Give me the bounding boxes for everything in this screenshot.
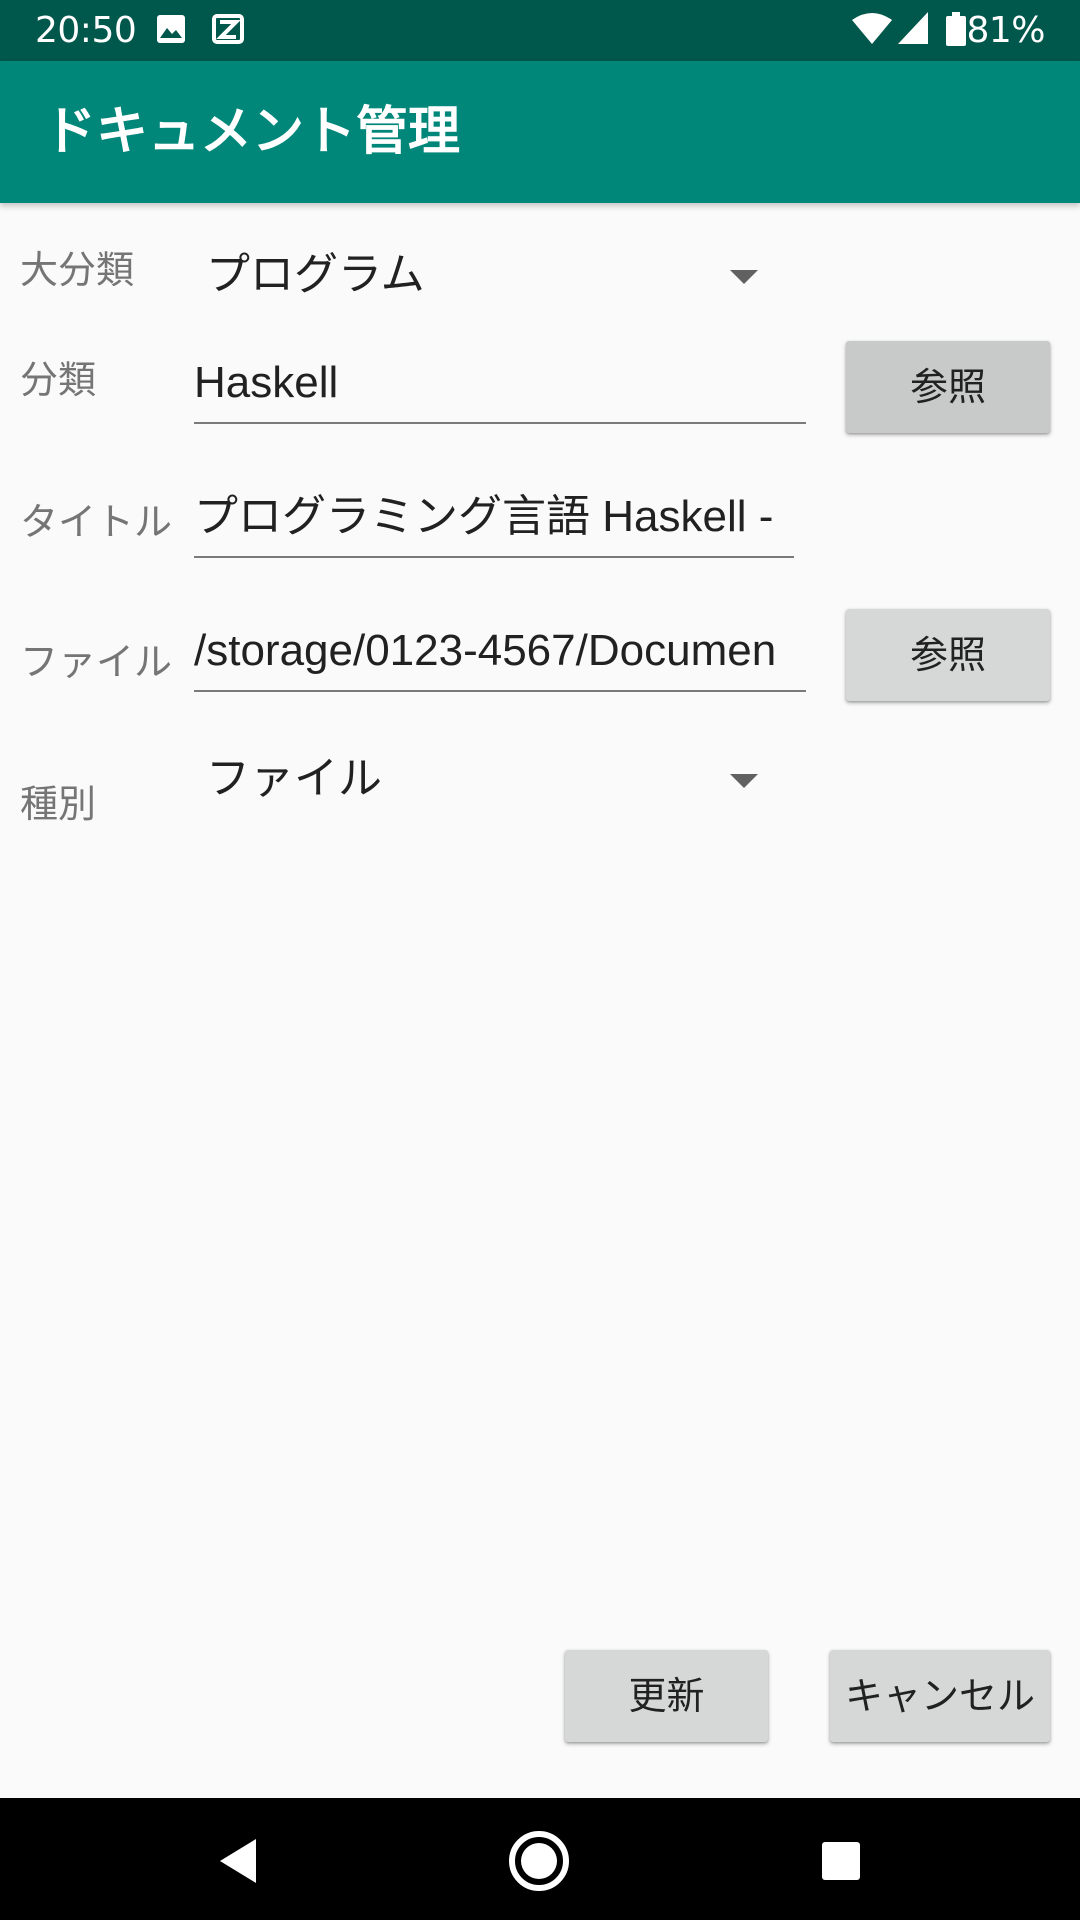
file-browse-button[interactable]: 参照 bbox=[846, 609, 1050, 701]
major-category-value: プログラム bbox=[206, 249, 425, 300]
chevron-down-icon bbox=[730, 774, 758, 788]
chevron-down-icon bbox=[730, 270, 758, 284]
home-icon[interactable] bbox=[504, 1826, 574, 1896]
title-input[interactable]: プログラミング言語 Haskell - bbox=[194, 486, 794, 558]
status-time: 20:50 bbox=[35, 10, 137, 51]
app-bar: ドキュメント管理 bbox=[0, 61, 1080, 203]
back-icon[interactable] bbox=[204, 1826, 274, 1896]
battery-icon bbox=[946, 12, 966, 50]
update-button[interactable]: 更新 bbox=[565, 1650, 768, 1742]
file-label: ファイル bbox=[20, 640, 173, 684]
category-label: 分類 bbox=[20, 358, 97, 402]
wifi-icon bbox=[852, 12, 892, 48]
title-label: タイトル bbox=[20, 500, 173, 544]
status-bar: 20:50 81% bbox=[0, 0, 1080, 61]
category-input[interactable]: Haskell bbox=[194, 352, 806, 424]
type-value: ファイル bbox=[206, 753, 382, 804]
cancel-button[interactable]: キャンセル bbox=[830, 1650, 1050, 1742]
file-path-input[interactable]: /storage/0123-4567/Documen bbox=[194, 620, 806, 692]
major-category-label: 大分類 bbox=[20, 248, 135, 292]
type-label: 種別 bbox=[20, 782, 97, 826]
navigation-bar bbox=[0, 1798, 1080, 1920]
image-icon bbox=[156, 14, 186, 48]
app-title: ドキュメント管理 bbox=[44, 102, 461, 162]
category-browse-button[interactable]: 参照 bbox=[846, 341, 1050, 433]
notification-icon bbox=[212, 14, 244, 48]
recents-icon[interactable] bbox=[806, 1826, 876, 1896]
signal-icon bbox=[898, 12, 928, 48]
battery-percent: 81% bbox=[966, 10, 1045, 51]
